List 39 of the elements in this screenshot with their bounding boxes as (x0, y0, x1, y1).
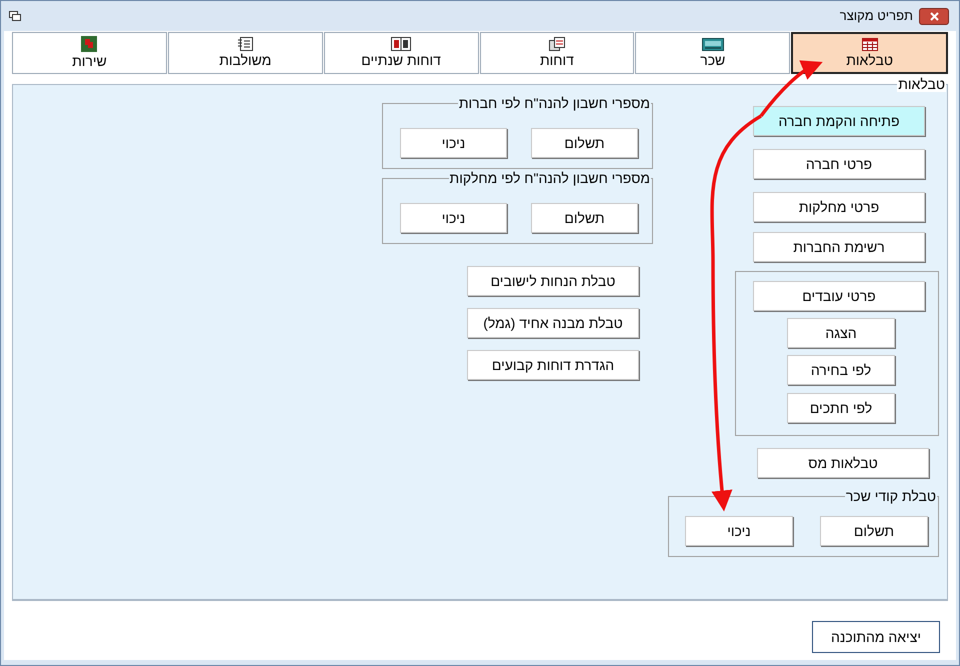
menu-button[interactable]: ניכוי (400, 203, 507, 233)
menu-button[interactable]: טבלת הנחות לישובים (467, 266, 639, 296)
window-title: תפריט מקוצר (840, 7, 913, 26)
menu-button[interactable]: תשלום (531, 128, 638, 158)
tab[interactable]: שכר (635, 32, 790, 74)
group-title: מספרי חשבון להנה"ח לפי חברות (458, 94, 651, 112)
cash-register-icon (702, 38, 724, 50)
menu-button[interactable]: רשימת החברות (753, 232, 925, 262)
tab[interactable]: דוחות (480, 32, 634, 74)
menu-button[interactable]: הגדרת דוחות קבועים (467, 350, 639, 380)
tab[interactable]: משולבות (168, 32, 323, 74)
group-title: טבלת קודי שכר (844, 487, 937, 505)
menu-button[interactable]: טבלת מבנה אחיד (גמל) (467, 308, 639, 338)
app-icon[interactable] (9, 11, 21, 21)
menu-button[interactable]: פרטי חברה (753, 149, 925, 179)
menu-button[interactable]: ניכוי (400, 128, 507, 158)
menu-button[interactable]: טבלאות מס (757, 448, 929, 478)
menu-button[interactable]: ניכוי (685, 516, 793, 546)
menu-button[interactable]: פתיחה והקמת חברה (753, 106, 925, 136)
close-button[interactable] (919, 8, 949, 24)
menu-button[interactable]: פרטי עובדים (753, 281, 925, 311)
table-icon (862, 38, 878, 50)
menu-button[interactable]: לפי בחירה (787, 355, 895, 385)
binder-icon (237, 37, 254, 51)
close-icon (930, 12, 938, 20)
documents-icon (548, 37, 565, 51)
menu-button[interactable]: תשלום (820, 516, 928, 546)
tab[interactable]: דוחות שנתיים (324, 32, 479, 74)
panel-title: טבלאות (897, 76, 946, 92)
group-title: מספרי חשבון להנה"ח לפי מחלקות (448, 169, 651, 187)
exit-button[interactable]: יציאה מהתוכנה (812, 621, 940, 653)
puzzle-icon (81, 36, 98, 52)
menu-button[interactable]: תשלום (531, 203, 638, 233)
menu-button[interactable]: לפי חתכים (787, 393, 895, 423)
menu-button[interactable]: פרטי מחלקות (753, 192, 925, 222)
menu-button[interactable]: הצגה (787, 318, 895, 348)
tab[interactable]: שירות (12, 32, 167, 74)
calendar-icon (391, 37, 412, 51)
tab[interactable]: טבלאות (791, 32, 948, 74)
